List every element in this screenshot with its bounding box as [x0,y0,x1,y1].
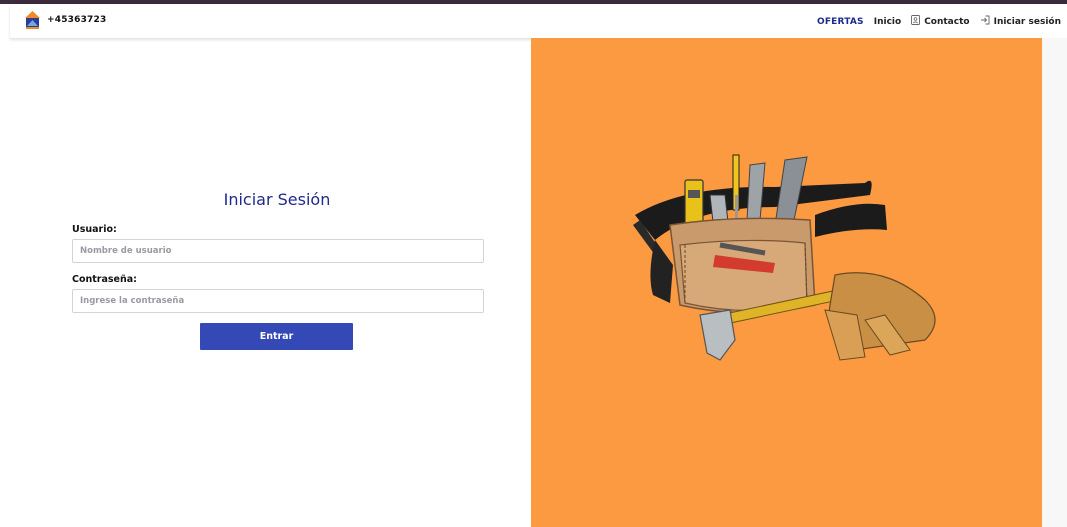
password-label: Contraseña: [72,274,137,285]
username-label: Usuario: [72,224,117,235]
login-title: Iniciar Sesión [223,190,331,209]
nav-contact-label: Contacto [924,16,970,27]
tool-belt-image [625,145,955,375]
site-logo-icon[interactable] [24,10,41,30]
nav-home-link[interactable]: Inicio [874,17,901,27]
contact-card-icon [911,15,921,28]
password-input[interactable] [72,289,484,313]
nav-login-label: Iniciar sesión [993,16,1061,27]
login-submit-button[interactable]: Entrar [200,323,353,350]
nav-offers-link[interactable]: OFERTAS [817,17,864,27]
nav-menu: OFERTAS Inicio Contacto Iniciar sesión [807,15,1061,28]
top-navbar: +45363723 OFERTAS Inicio Contacto Inicia… [10,4,1067,39]
login-arrow-icon [980,15,990,28]
nav-contact-link[interactable]: Contacto [911,15,970,28]
username-input[interactable] [72,239,484,263]
page-edge [1042,38,1067,527]
nav-login-link[interactable]: Iniciar sesión [980,15,1061,28]
phone-number: +45363723 [47,15,107,25]
